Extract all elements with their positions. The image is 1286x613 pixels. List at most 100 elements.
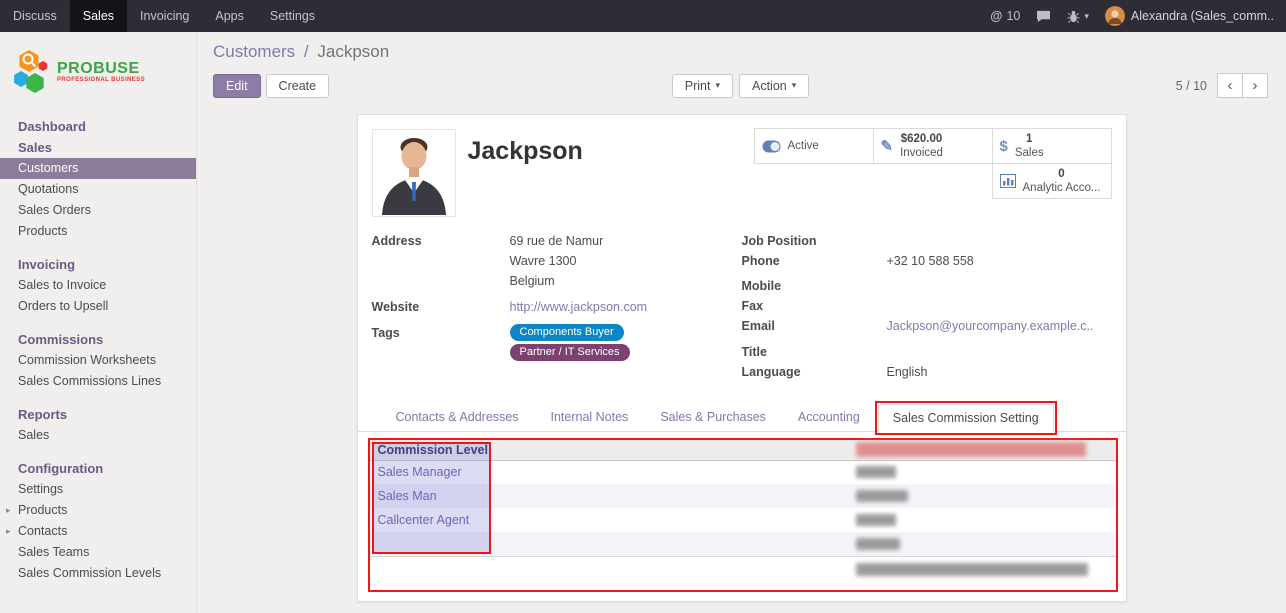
dollar-icon: $ (1000, 138, 1008, 155)
table-row[interactable]: Sales Man (370, 484, 1116, 508)
breadcrumb-current: Jackpson (317, 42, 389, 61)
pager-next-button[interactable]: › (1242, 73, 1268, 98)
invoiced-stat-button[interactable]: ✎ $620.00 Invoiced (873, 128, 993, 164)
menu-discuss[interactable]: Discuss (0, 0, 70, 32)
stat-label: Sales (1015, 146, 1044, 160)
breadcrumb-customers[interactable]: Customers (213, 42, 295, 61)
menu-settings[interactable]: Settings (257, 0, 328, 32)
sidebar-item-sales-orders[interactable]: Sales Orders (0, 200, 196, 221)
menu-invoicing[interactable]: Invoicing (127, 0, 202, 32)
user-menu[interactable]: Alexandra (Sales_comm.. (1105, 6, 1274, 26)
caret-down-icon: ▾ (1084, 11, 1089, 22)
analytic-accounts-stat-button[interactable]: 0 Analytic Acco... (992, 163, 1112, 199)
website-link[interactable]: http://www.jackpson.com (510, 297, 648, 317)
sidebar-item-customers[interactable]: Customers (0, 158, 196, 179)
menu-apps[interactable]: Apps (202, 0, 257, 32)
tab-sales-commission-setting[interactable]: Sales Commission Setting (878, 404, 1054, 432)
caret-down-icon: ▾ (715, 80, 720, 91)
sidebar-item-sales-commissions-lines[interactable]: Sales Commissions Lines (0, 371, 196, 392)
sidebar-item-reports[interactable]: Reports (0, 404, 196, 425)
main-area: Customers / Jackpson Edit Create Print ▾… (197, 32, 1286, 613)
topbar-right: @ 10 ▾ Alexandra (Sales_comm.. (990, 0, 1286, 32)
sidebar-item-orders-to-upsell[interactable]: Orders to Upsell (0, 296, 196, 317)
pager: 5 / 10 ‹ › (1176, 73, 1268, 98)
address-line1: 69 rue de Namur (510, 231, 604, 251)
action-dropdown[interactable]: Action ▾ (739, 74, 809, 98)
probuse-logo-icon (12, 48, 50, 96)
mention-counter[interactable]: @ 10 (990, 9, 1020, 23)
messages-button[interactable] (1036, 10, 1051, 23)
commission-level-column-header[interactable]: Commission Level (370, 440, 848, 460)
tab-internal-notes[interactable]: Internal Notes (536, 404, 642, 431)
form-view: Jackpson Active ✎ $620.00 Invoiced (197, 110, 1286, 613)
sidebar-item-config-contacts[interactable]: ▸ Contacts (0, 521, 196, 542)
sales-stat-button[interactable]: $ 1 Sales (992, 128, 1112, 164)
phone-label: Phone (742, 251, 887, 271)
tab-sales-purchases[interactable]: Sales & Purchases (646, 404, 780, 431)
page-title: Jackpson (468, 137, 583, 217)
table-header-row: Commission Level (370, 440, 1116, 460)
probuse-logo[interactable]: PROBUSE PROFESSIONAL BUSINESS (0, 32, 196, 116)
commission-level-cell: Sales Manager (370, 460, 848, 484)
sidebar-group-dashboard: Dashboard (0, 116, 196, 137)
address-label: Address (372, 231, 510, 251)
logo-subtitle: PROFESSIONAL BUSINESS (57, 77, 145, 83)
stat-label: Analytic Acco... (1023, 181, 1101, 195)
email-label: Email (742, 316, 887, 336)
table-row[interactable] (370, 532, 1116, 556)
caret-down-icon: ▾ (792, 80, 797, 91)
email-link[interactable]: Jackpson@yourcompany.example.c.. (887, 316, 1094, 336)
address-value: 69 rue de Namur Wavre 1300 Belgium (510, 231, 604, 291)
sidebar-item-quotations[interactable]: Quotations (0, 179, 196, 200)
edit-button[interactable]: Edit (213, 74, 261, 98)
tag-partner-it-services: Partner / IT Services (510, 344, 630, 361)
redacted-value (856, 442, 1086, 457)
stat-buttons: Active ✎ $620.00 Invoiced $ (755, 129, 1112, 217)
table-row[interactable]: Sales Manager (370, 460, 1116, 484)
stat-label: Invoiced (900, 146, 943, 160)
right-field-column: Job Position Phone +32 10 588 558 Mobile (742, 231, 1112, 382)
tab-contacts-addresses[interactable]: Contacts & Addresses (382, 404, 533, 431)
user-avatar (1105, 6, 1125, 26)
sidebar-item-reports-sales[interactable]: Sales (0, 425, 196, 446)
chat-bubble-icon (1036, 10, 1051, 23)
sidebar-group-sales: Sales Customers Quotations Sales Orders … (0, 137, 196, 242)
sidebar-item-invoicing[interactable]: Invoicing (0, 254, 196, 275)
active-toggle-button[interactable]: Active (754, 128, 874, 164)
commission-level-cell: Sales Man (370, 484, 848, 508)
language-label: Language (742, 362, 887, 382)
sidebar-item-config-products[interactable]: ▸ Products (0, 500, 196, 521)
address-line2: Wavre 1300 (510, 251, 604, 271)
sidebar-item-sales-teams[interactable]: Sales Teams (0, 542, 196, 563)
sidebar-group-commissions: Commissions Commission Worksheets Sales … (0, 329, 196, 392)
sidebar-item-configuration[interactable]: Configuration (0, 458, 196, 479)
sidebar-item-commission-worksheets[interactable]: Commission Worksheets (0, 350, 196, 371)
redacted-value (856, 538, 900, 550)
redacted-column-header[interactable] (848, 440, 1086, 460)
top-navbar: Discuss Sales Invoicing Apps Settings @ … (0, 0, 1286, 32)
sidebar-item-sales-to-invoice[interactable]: Sales to Invoice (0, 275, 196, 296)
create-button[interactable]: Create (266, 74, 330, 98)
sidebar-item-config-settings[interactable]: Settings (0, 479, 196, 500)
sidebar-group-invoicing: Invoicing Sales to Invoice Orders to Ups… (0, 254, 196, 317)
action-label: Action (752, 79, 787, 93)
pager-value: 5 / 10 (1176, 79, 1207, 93)
analytic-chart-icon (1000, 174, 1016, 188)
debug-menu[interactable]: ▾ (1067, 10, 1089, 23)
customer-avatar[interactable] (372, 129, 456, 217)
tab-accounting[interactable]: Accounting (784, 404, 874, 431)
expand-icon: ▸ (6, 503, 11, 518)
sidebar-item-sales[interactable]: Sales (0, 137, 196, 158)
sidebar-item-commissions[interactable]: Commissions (0, 329, 196, 350)
print-dropdown[interactable]: Print ▾ (672, 74, 733, 98)
sidebar-item-dashboard[interactable]: Dashboard (0, 116, 196, 137)
commission-level-table: Commission Level Sales Manager (370, 440, 1116, 582)
menu-sales[interactable]: Sales (70, 0, 127, 32)
sidebar-item-products[interactable]: Products (0, 221, 196, 242)
pager-previous-button[interactable]: ‹ (1217, 73, 1243, 98)
language-value: English (887, 362, 928, 382)
sidebar-item-sales-commission-levels[interactable]: Sales Commission Levels (0, 563, 196, 584)
breadcrumb: Customers / Jackpson (213, 42, 1268, 62)
tags-label: Tags (372, 323, 510, 343)
table-row[interactable]: Callcenter Agent (370, 508, 1116, 532)
